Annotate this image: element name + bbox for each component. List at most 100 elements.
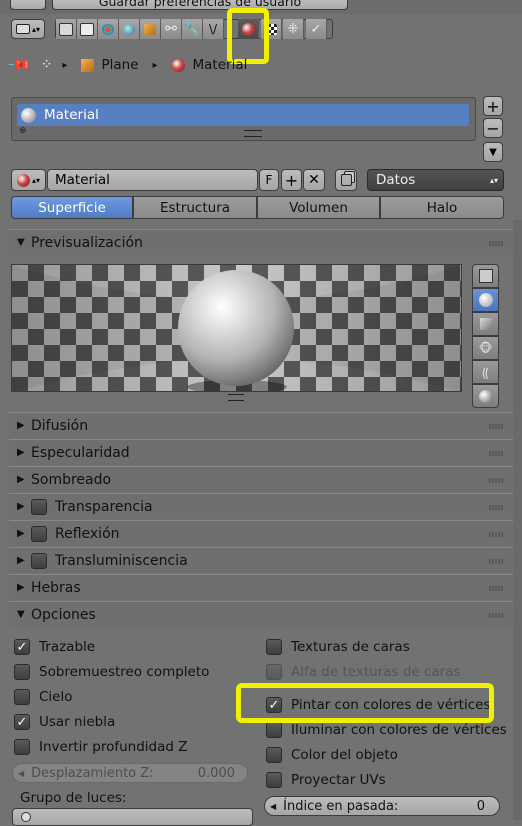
header-menu-button[interactable] — [10, 0, 46, 10]
pin-icon[interactable]: 📌 — [6, 52, 32, 78]
panel-hebras[interactable]: ▶ Hebras — [9, 574, 513, 600]
physics-icon[interactable]: ✓ — [306, 19, 327, 39]
scrollbar[interactable] — [513, 220, 522, 820]
tab-volumen[interactable]: Volumen — [257, 196, 380, 219]
drag-grip-icon[interactable] — [489, 586, 503, 591]
panel-difusion[interactable]: ▶ Difusión — [9, 412, 513, 438]
option-texturas-caras[interactable]: Texturas de caras — [266, 639, 410, 655]
tab-halo[interactable]: Halo — [380, 196, 504, 219]
checkbox[interactable] — [266, 772, 282, 788]
panel-sombreado[interactable]: ▶ Sombreado — [9, 466, 513, 492]
option-cielo[interactable]: Cielo — [14, 689, 73, 705]
editor-type-selector[interactable]: ▴▾ — [11, 19, 45, 39]
preview-sky-button[interactable] — [472, 384, 499, 408]
pass-index-field[interactable]: ◀ Índice en pasada: 0 — [264, 796, 500, 816]
checkbox[interactable] — [266, 639, 282, 655]
transluminiscencia-checkbox[interactable] — [31, 552, 47, 569]
link-mode-dropdown[interactable]: Datos ▴▾ — [367, 169, 504, 191]
panel-title: Hebras — [31, 579, 81, 596]
checkbox[interactable] — [266, 747, 282, 763]
resize-grip-icon[interactable] — [244, 130, 262, 137]
material-slots-list[interactable]: Material ⊕ — [11, 97, 476, 141]
panel-title: Reflexión — [55, 525, 120, 542]
panel-opciones[interactable]: ▼ Opciones — [9, 601, 513, 627]
preview-flat-button[interactable] — [472, 264, 499, 288]
render-layers-icon[interactable] — [77, 19, 98, 39]
slot-specials-button[interactable]: ▼ — [483, 142, 503, 162]
panel-title: Sombreado — [31, 471, 112, 488]
drag-grip-icon[interactable] — [489, 241, 503, 246]
option-trazable[interactable]: ✓ Trazable — [14, 639, 95, 655]
breadcrumb-material: Material — [192, 57, 248, 73]
collapsed-arrow-icon: ▶ — [17, 501, 25, 512]
preview-cube-button[interactable] — [472, 312, 499, 336]
drag-grip-icon[interactable] — [489, 532, 503, 537]
option-label: Color del objeto — [291, 747, 398, 763]
material-name-field[interactable]: Material — [47, 169, 258, 191]
option-label: Iluminar con colores de vértices — [291, 722, 507, 738]
option-proyectar-uvs[interactable]: Proyectar UVs — [266, 772, 386, 788]
panel-transluminiscencia[interactable]: ▶ Transluminiscencia — [9, 547, 513, 573]
transparencia-checkbox[interactable] — [31, 498, 47, 515]
copy-icon — [340, 174, 352, 186]
option-usar-niebla[interactable]: ✓ Usar niebla — [14, 714, 115, 730]
preview-panel-header[interactable]: ▼ Previsualización — [9, 229, 513, 255]
particles-icon[interactable]: ⁜ — [283, 19, 304, 39]
constraints-icon[interactable]: ⚯ — [161, 19, 182, 39]
scene-icon[interactable] — [98, 19, 119, 39]
checkbox[interactable] — [14, 664, 30, 680]
option-invertir-z[interactable]: Invertir profundidad Z — [14, 739, 188, 755]
drag-grip-icon[interactable] — [489, 505, 503, 510]
add-slot-button[interactable]: + — [483, 96, 503, 116]
slot-material-label: Material — [44, 107, 99, 123]
preview-monkey-button[interactable]: 🐵 — [472, 336, 499, 360]
preview-hair-button[interactable]: ⸨ — [472, 360, 499, 384]
scene-link-icon: ⁘ — [40, 57, 53, 73]
tab-superficie[interactable]: Superficie — [11, 196, 133, 219]
checkbox[interactable] — [14, 689, 30, 705]
new-material-button[interactable]: + — [281, 169, 302, 191]
checkbox[interactable] — [14, 739, 30, 755]
option-label: Invertir profundidad Z — [39, 739, 188, 755]
decrement-arrow-icon[interactable]: ◀ — [18, 769, 24, 778]
drag-grip-icon[interactable] — [489, 478, 503, 483]
object-icon[interactable] — [140, 19, 161, 39]
drag-grip-icon[interactable] — [489, 559, 503, 564]
reflexion-checkbox[interactable] — [31, 525, 47, 542]
option-iluminar-colores-vertices[interactable]: Iluminar con colores de vértices — [266, 722, 507, 738]
panel-reflexion[interactable]: ▶ Reflexión — [9, 520, 513, 546]
option-color-objeto[interactable]: Color del objeto — [266, 747, 398, 763]
drag-grip-icon[interactable] — [489, 424, 503, 429]
drag-grip-icon[interactable] — [489, 613, 503, 618]
z-offset-field[interactable]: ◀ Desplazamiento Z: 0.000 — [12, 763, 248, 783]
panel-especularidad[interactable]: ▶ Especularidad — [9, 439, 513, 465]
checkbox[interactable]: ✓ — [14, 714, 30, 730]
modifiers-icon[interactable]: 🔧 — [182, 19, 203, 39]
tab-estructura[interactable]: Estructura — [133, 196, 257, 219]
material-browse-button[interactable]: ▴▾ — [11, 169, 46, 191]
unlink-material-button[interactable]: ✕ — [303, 169, 325, 191]
preview-sphere-button[interactable] — [472, 288, 499, 312]
collapsed-arrow-icon: ▶ — [17, 474, 25, 485]
panel-transparencia[interactable]: ▶ Transparencia — [9, 493, 513, 519]
list-item[interactable]: Material — [17, 104, 469, 126]
expanded-arrow-icon: ▼ — [17, 609, 25, 620]
drag-grip-icon[interactable] — [489, 451, 503, 456]
checkbox[interactable] — [266, 722, 282, 738]
save-preferences-button[interactable]: Guardar preferencias de usuario — [52, 0, 348, 10]
decrement-arrow-icon[interactable]: ◀ — [270, 802, 276, 811]
world-icon[interactable] — [119, 19, 140, 39]
resize-grip-icon[interactable] — [228, 394, 244, 401]
remove-slot-button[interactable]: − — [483, 118, 503, 138]
save-preferences-label: Guardar preferencias de usuario — [98, 0, 302, 9]
breadcrumb-arrow-icon: ▸ — [62, 59, 68, 71]
light-group-field[interactable] — [12, 808, 253, 826]
copy-material-button[interactable] — [335, 169, 357, 191]
render-icon[interactable] — [56, 19, 77, 39]
panel-title: Opciones — [31, 606, 96, 623]
data-icon[interactable]: \/ — [203, 19, 224, 39]
fake-user-button[interactable]: F — [259, 169, 279, 191]
expand-icon[interactable]: ⊕ — [19, 126, 27, 136]
checkbox[interactable]: ✓ — [14, 639, 30, 655]
option-sobremuestreo[interactable]: Sobremuestreo completo — [14, 664, 209, 680]
